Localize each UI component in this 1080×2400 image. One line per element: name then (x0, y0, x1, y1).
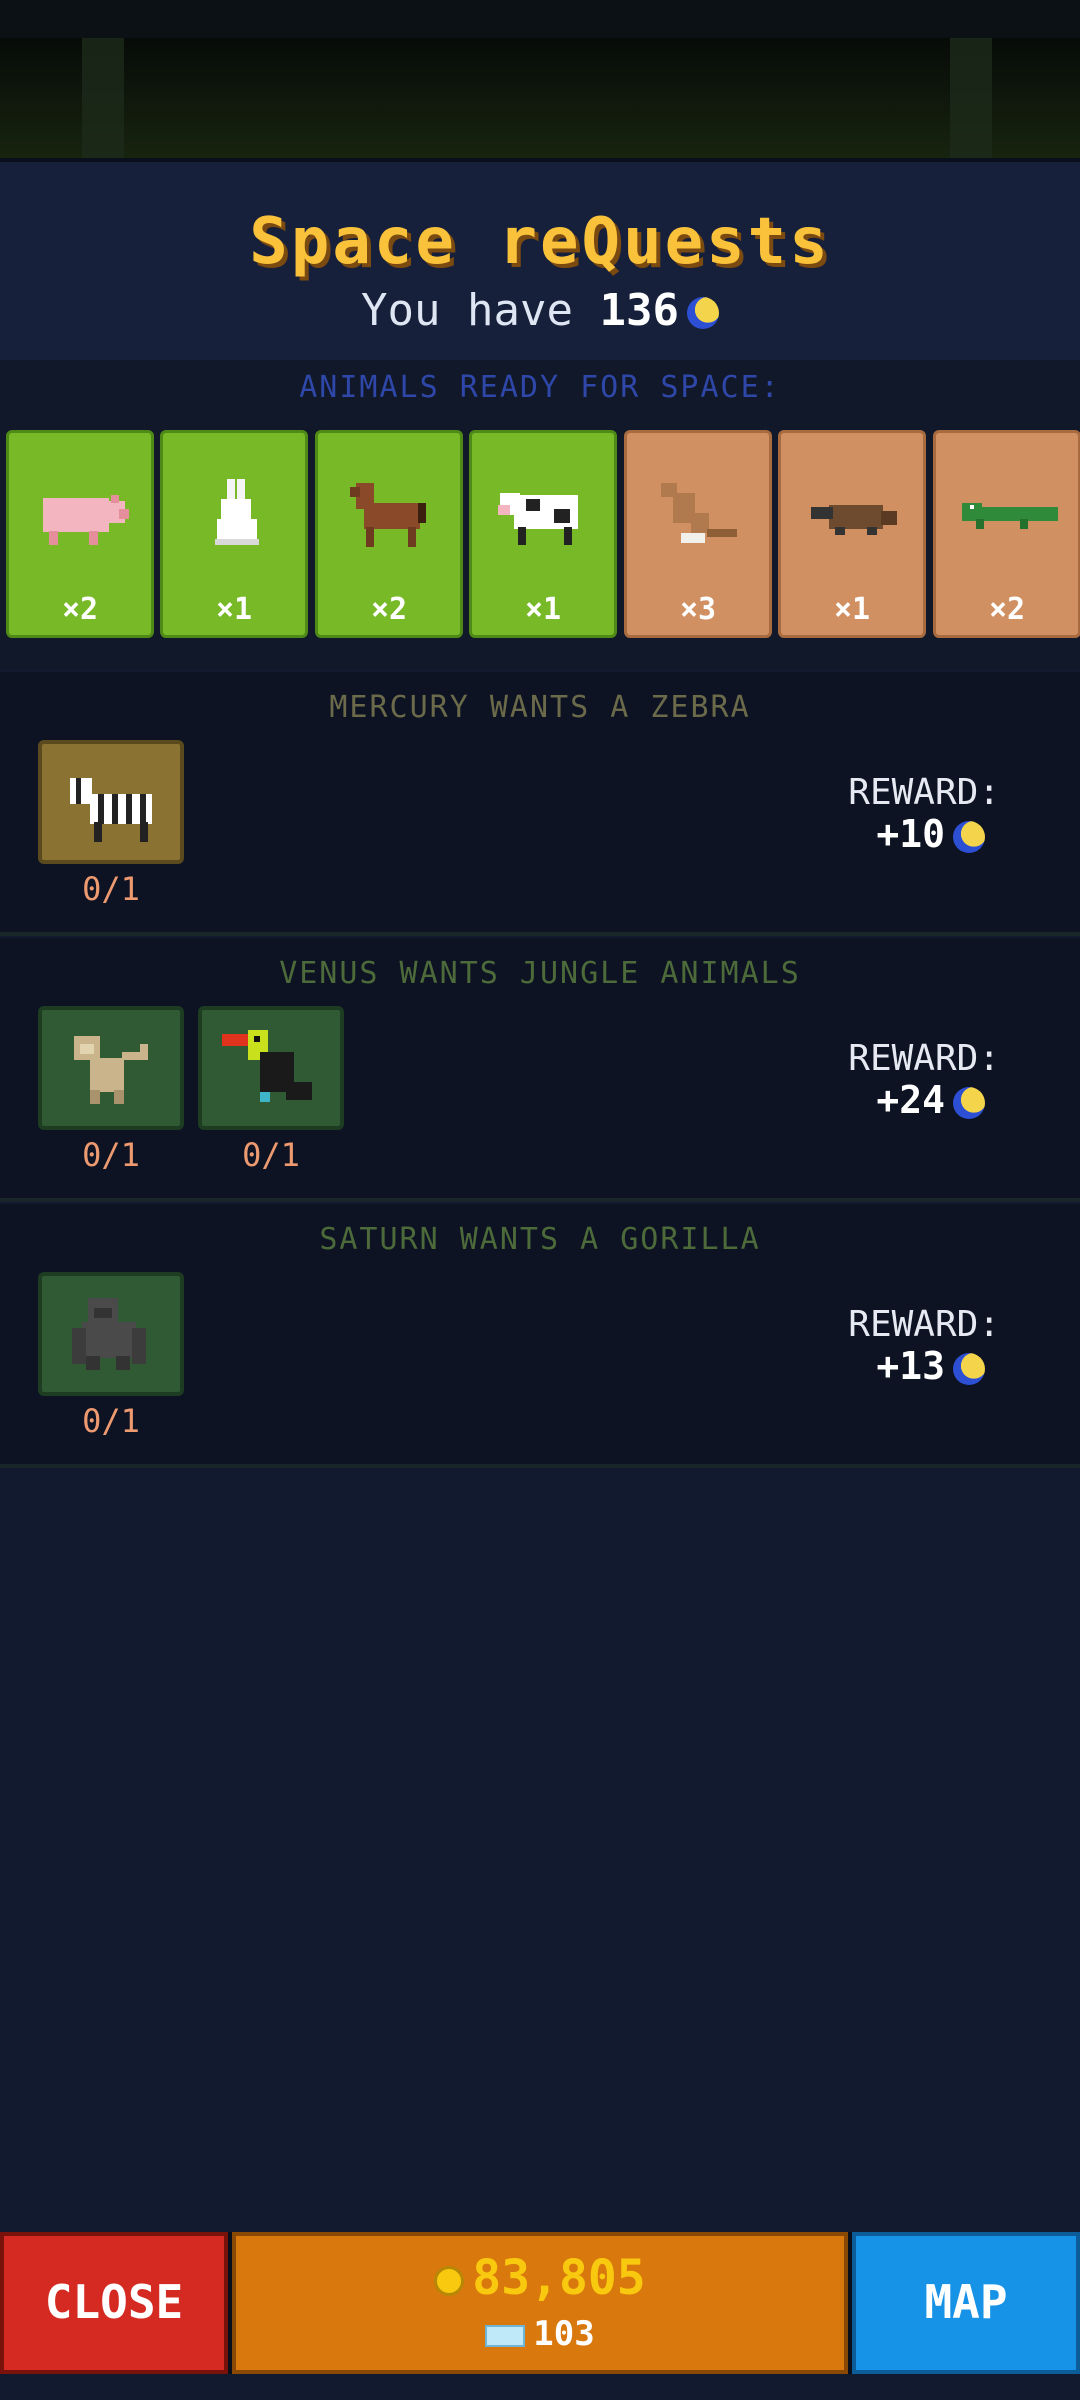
moon-token-icon (686, 297, 719, 329)
quest-progress: 0/1 (242, 1136, 300, 1174)
close-button[interactable]: CLOSE (0, 2232, 228, 2374)
quest-title: SATURN WANTS A GORILLA (319, 1222, 761, 1257)
token-balance: You have 136 (0, 285, 1080, 336)
quest-progress: 0/1 (82, 1136, 140, 1174)
reward-label: REWARD: (848, 1038, 1000, 1079)
animal-card-pig[interactable]: ×2 (6, 430, 154, 638)
gorilla-icon (72, 1298, 146, 1370)
balance-prefix: You have (361, 285, 573, 336)
animal-count: ×1 (833, 592, 871, 627)
moon-token-icon (953, 820, 985, 853)
reward-value: +13 (876, 1344, 985, 1388)
animal-count: ×3 (679, 592, 717, 627)
quest-progress: 0/1 (82, 870, 140, 908)
quest-mercury[interactable]: MERCURY WANTS A ZEBRA 0/1 REWARD: +10 (0, 672, 1080, 936)
gem-balance: 103 (236, 2314, 844, 2354)
scene-post (82, 38, 124, 158)
reward-label: REWARD: (848, 772, 1000, 813)
coin-amount: 83,805 (472, 2250, 646, 2306)
monkey-icon (74, 1036, 148, 1104)
reward-amount: +24 (876, 1078, 945, 1122)
kangaroo-icon (661, 483, 737, 543)
quest-slot-zebra[interactable] (38, 740, 184, 864)
quest-slot-gorilla[interactable] (38, 1272, 184, 1396)
animal-card-platypus[interactable]: ×1 (778, 430, 926, 638)
horse-icon (350, 483, 426, 547)
gem-amount: 103 (533, 2314, 595, 2354)
coin-balance: 83,805 (236, 2250, 844, 2306)
animal-count: ×1 (524, 592, 562, 627)
quest-slot-monkey[interactable] (38, 1006, 184, 1130)
balance-value: 136 (599, 285, 679, 336)
map-button[interactable]: MAP (852, 2232, 1080, 2374)
platypus-icon (811, 505, 897, 535)
ticket-icon (485, 2324, 526, 2347)
scene-post (950, 38, 992, 158)
crocodile-icon (962, 503, 1058, 529)
quest-title: MERCURY WANTS A ZEBRA (329, 690, 751, 725)
quest-saturn[interactable]: SATURN WANTS A GORILLA 0/1 REWARD: +13 (0, 1204, 1080, 1468)
quest-progress: 0/1 (82, 1402, 140, 1440)
status-strip (0, 0, 1080, 38)
cow-icon (498, 493, 578, 545)
rabbit-icon (215, 479, 259, 545)
moon-token-icon (953, 1086, 985, 1119)
animal-card-kangaroo[interactable]: ×3 (624, 430, 772, 638)
reward-value: +24 (876, 1078, 985, 1122)
reward-amount: +13 (876, 1344, 945, 1388)
animal-card-horse[interactable]: ×2 (315, 430, 463, 638)
moon-token-icon (953, 1352, 985, 1385)
quest-slot-toucan[interactable] (198, 1006, 344, 1130)
reward-amount: +10 (876, 812, 945, 856)
toucan-icon (222, 1030, 312, 1102)
reward-label: REWARD: (848, 1304, 1000, 1345)
animal-count: ×2 (61, 592, 99, 627)
pig-icon (43, 495, 129, 545)
quest-title: VENUS WANTS JUNGLE ANIMALS (279, 956, 801, 991)
animal-card-cow[interactable]: ×1 (469, 430, 617, 638)
animal-count: ×2 (370, 592, 408, 627)
coin-icon (434, 2266, 465, 2296)
reward-value: +10 (876, 812, 985, 856)
ready-title: ANIMALS READY FOR SPACE: (299, 370, 781, 405)
animal-card-rabbit[interactable]: ×1 (160, 430, 308, 638)
currency-display[interactable]: 83,805 103 (232, 2232, 848, 2374)
quest-venus[interactable]: VENUS WANTS JUNGLE ANIMALS 0/1 0/1 REWAR… (0, 938, 1080, 1202)
animal-card-crocodile[interactable]: ×2 (933, 430, 1080, 638)
animal-card-row[interactable]: ×2 ×1 ×2 ×1 ×3 ×1 ×2 (6, 430, 1080, 640)
page-title: Space reQuests (249, 205, 831, 279)
animal-count: ×1 (215, 592, 253, 627)
animal-count: ×2 (988, 592, 1026, 627)
zebra-icon (70, 778, 152, 842)
background-scene (0, 38, 1080, 158)
